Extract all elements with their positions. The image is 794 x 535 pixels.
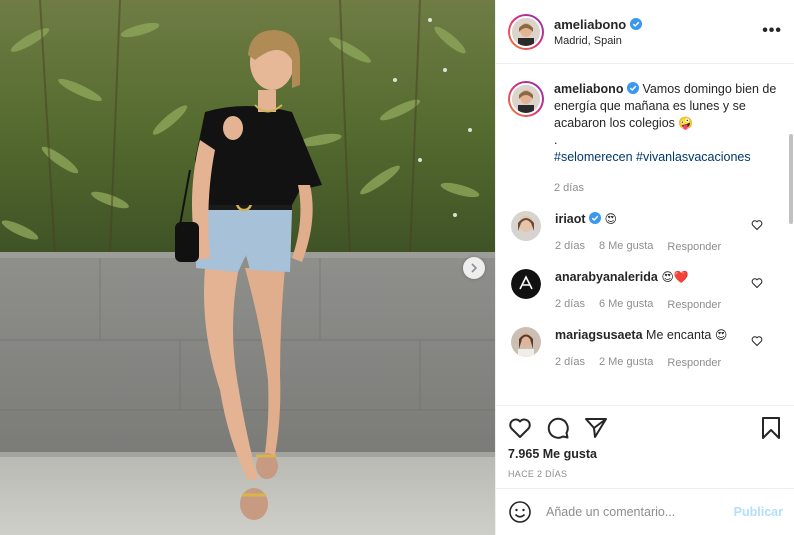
reply-button[interactable]: Responder (667, 296, 721, 313)
like-button[interactable] (508, 416, 532, 440)
comment-username[interactable]: iriaot (555, 212, 586, 226)
avatar-image (512, 85, 540, 113)
heart-icon[interactable] (751, 335, 763, 347)
verified-icon (630, 18, 643, 30)
caption-emoji: 🤪 (678, 116, 694, 130)
photo-scene (0, 0, 495, 535)
avatar-image (511, 327, 541, 357)
verified-icon (626, 82, 639, 94)
comment-time[interactable]: 2 días (555, 238, 585, 255)
post-caption: ameliabono Vamos domingo bien de energía… (508, 81, 783, 197)
heart-icon (509, 418, 531, 438)
avatar-image (511, 211, 541, 241)
author-avatar[interactable] (508, 13, 544, 50)
next-image-button[interactable] (463, 257, 485, 279)
emoji-button[interactable] (508, 500, 532, 524)
comment-time[interactable]: 2 días (555, 296, 585, 313)
comment-avatar[interactable] (511, 327, 541, 357)
comment-icon (547, 417, 569, 439)
author-username-text[interactable]: ameliabono (554, 17, 626, 32)
comment-meta: 2 días 2 Me gusta Responder (555, 354, 755, 371)
reply-button[interactable]: Responder (667, 238, 721, 255)
bookmark-icon (762, 417, 780, 439)
heart-icon[interactable] (751, 219, 763, 231)
comment-time[interactable]: 2 días (555, 354, 585, 371)
comment-button[interactable] (546, 416, 570, 440)
post-actions: 7.965 Me gusta HACE 2 DÍAS (496, 405, 794, 488)
comment-emoji: 😍 (604, 212, 618, 226)
reply-button[interactable]: Responder (667, 354, 721, 371)
comments-list[interactable]: ameliabono Vamos domingo bien de energía… (496, 65, 794, 405)
add-comment-bar: Publicar (496, 488, 794, 535)
verified-icon (589, 212, 602, 224)
post-panel: ameliabono Madrid, Spain ••• ameliabono … (495, 0, 794, 535)
save-button[interactable] (759, 416, 783, 440)
caption-dot: . (554, 133, 558, 147)
heart-icon[interactable] (751, 277, 763, 289)
avatar-image (511, 269, 541, 299)
comment-meta: 2 días 6 Me gusta Responder (555, 296, 755, 313)
author-username[interactable]: ameliabono (554, 17, 643, 32)
comment-avatar[interactable] (511, 269, 541, 299)
share-icon (585, 418, 607, 438)
share-button[interactable] (584, 416, 608, 440)
publish-button[interactable]: Publicar (734, 505, 783, 519)
post-time[interactable]: HACE 2 DÍAS (508, 469, 783, 479)
caption-meta: 2 días (554, 180, 779, 197)
caption-avatar[interactable] (508, 81, 544, 117)
chevron-right-icon (471, 263, 478, 273)
post-location[interactable]: Madrid, Spain (554, 35, 642, 47)
comment-likes[interactable]: 8 Me gusta (599, 238, 653, 255)
comments-scrollbar[interactable] (788, 64, 794, 406)
comment-text: Me encanta (646, 328, 712, 342)
comment-emoji: 😍❤️ (661, 270, 689, 284)
post-header: ameliabono Madrid, Spain ••• (496, 0, 794, 64)
comment-avatar[interactable] (511, 211, 541, 241)
comment-meta: 2 días 8 Me gusta Responder (555, 238, 755, 255)
caption-hashtags[interactable]: #selomerecen #vivanlasvacaciones (554, 149, 779, 166)
caption-username[interactable]: ameliabono (554, 82, 623, 96)
comment-emoji: 😍 (714, 328, 728, 342)
post-photo[interactable] (0, 0, 495, 535)
scrollbar-thumb[interactable] (789, 134, 793, 224)
comment-likes[interactable]: 2 Me gusta (599, 354, 653, 371)
comment-likes[interactable]: 6 Me gusta (599, 296, 653, 313)
avatar-image (512, 17, 540, 46)
comment-item: mariagsusaeta Me encanta 😍 2 días 2 Me g… (508, 327, 783, 371)
like-count[interactable]: 7.965 Me gusta (508, 447, 783, 461)
comment-item: iriaot 😍 2 días 8 Me gusta Responder (508, 211, 783, 255)
comment-username[interactable]: mariagsusaeta (555, 328, 643, 342)
comment-username[interactable]: anarabyanalerida (555, 270, 658, 284)
caption-time[interactable]: 2 días (554, 180, 584, 197)
emoji-icon (509, 501, 531, 523)
comment-input[interactable] (546, 505, 734, 519)
comment-item: anarabyanalerida 😍❤️ 2 días 6 Me gusta R… (508, 269, 783, 313)
more-options-button[interactable]: ••• (762, 22, 782, 40)
